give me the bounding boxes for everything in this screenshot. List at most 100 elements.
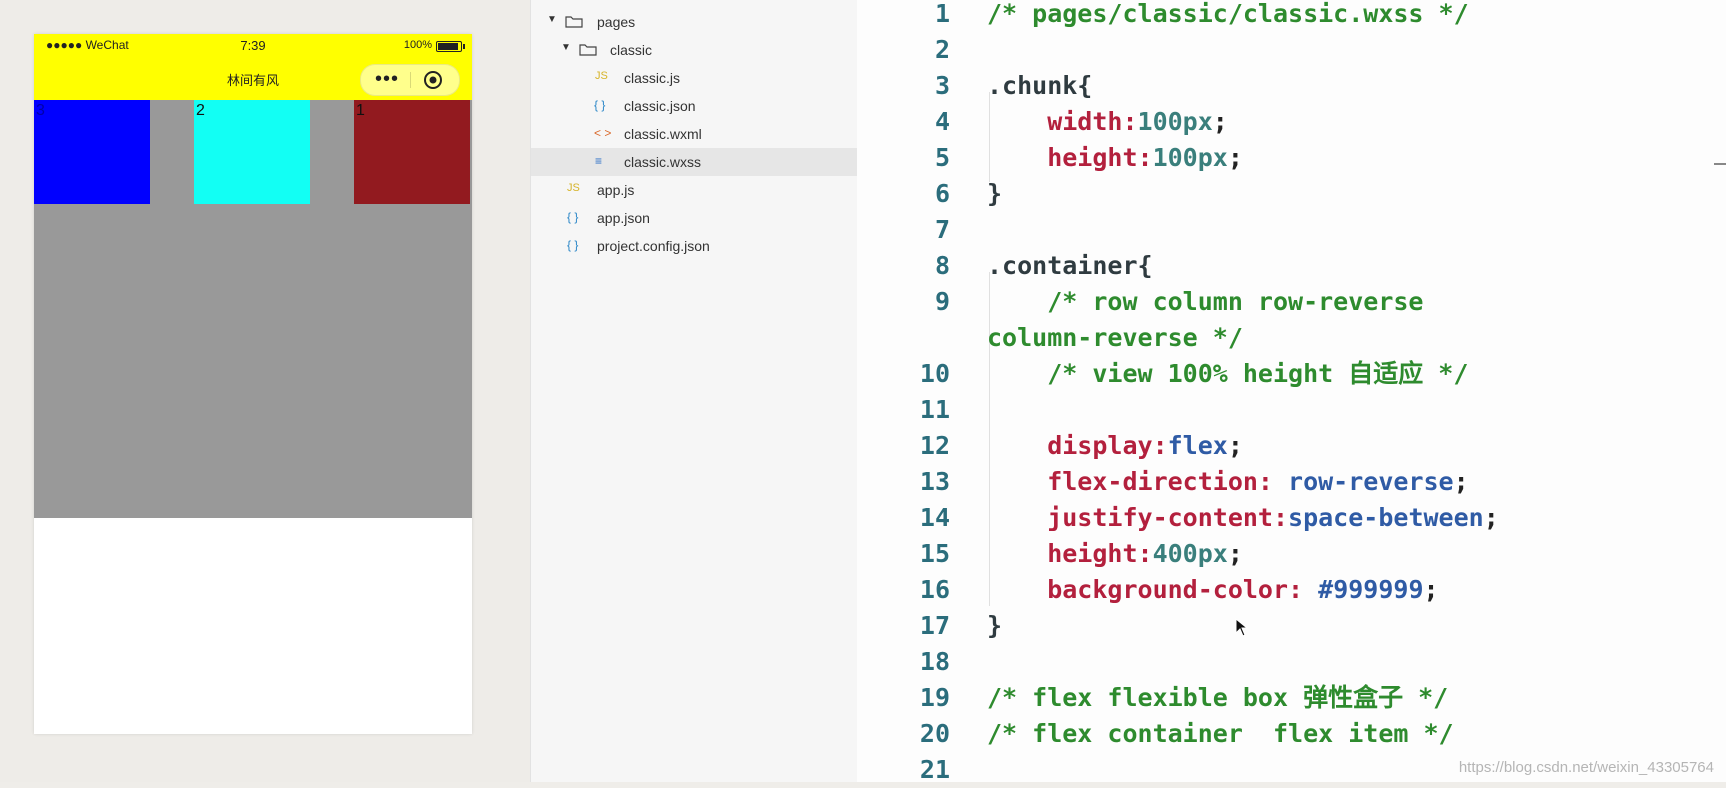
folder-icon	[565, 16, 583, 28]
tree-item-label: pages	[597, 14, 636, 30]
code-line[interactable]: 13 flex-direction: row-reverse;	[857, 464, 1726, 500]
code-line[interactable]: 5 height:100px;	[857, 140, 1726, 176]
code-token: 100px	[1152, 143, 1228, 172]
code-token: height:	[987, 143, 1153, 172]
code-line[interactable]: 8 .container{	[857, 248, 1726, 284]
code-token: ;	[1483, 503, 1499, 532]
json-file-icon: { }	[594, 98, 606, 112]
code-token: width:	[987, 107, 1138, 136]
json-file-icon: { }	[567, 238, 579, 252]
tree-item-classic-wxml[interactable]: < > classic.wxml	[531, 120, 857, 148]
code-token: ;	[1212, 107, 1228, 136]
mouse-cursor-icon	[1235, 618, 1249, 637]
code-line[interactable]: 1 /* pages/classic/classic.wxss */	[857, 0, 1726, 32]
wxss-file-icon: ≡	[595, 154, 603, 168]
code-line[interactable]: 20 /* flex container flex item */	[857, 716, 1726, 752]
code-token: ;	[1227, 143, 1243, 172]
chevron-down-icon[interactable]: ▼	[561, 42, 571, 53]
line-number: 14	[919, 503, 950, 532]
code-text: /* flex flexible box 弹性盒子 */	[987, 680, 1448, 716]
line-number: 2	[934, 35, 950, 64]
code-line[interactable]: 7	[857, 212, 1726, 248]
wxml-file-icon: < >	[594, 126, 612, 140]
code-line[interactable]: 6}	[857, 176, 1726, 212]
code-text: /* flex container flex item */	[987, 716, 1454, 752]
code-token: height:	[987, 539, 1153, 568]
code-line[interactable]: 14 justify-content:space-between;	[857, 500, 1726, 536]
chunk-label: 2	[196, 102, 205, 119]
tree-item-label: project.config.json	[597, 238, 710, 254]
code-line[interactable]: 19 /* flex flexible box 弹性盒子 */	[857, 680, 1726, 716]
code-line[interactable]: column-reverse */	[857, 320, 1726, 356]
code-text: background-color: #999999;	[987, 572, 1439, 608]
line-number: 9	[934, 287, 950, 316]
tree-item-label: classic.wxml	[624, 126, 702, 142]
code-token: background-color:	[987, 575, 1319, 604]
capsule-divider	[410, 72, 411, 88]
code-token: ;	[1227, 431, 1243, 460]
code-token: #999999	[1318, 575, 1424, 604]
code-line[interactable]: 10 /* view 100% height 自适应 */	[857, 356, 1726, 392]
chunk-label: 1	[356, 102, 365, 119]
tree-item-app-json[interactable]: { } app.json	[531, 204, 857, 232]
code-token: ;	[1423, 575, 1439, 604]
chunk-3: 3	[34, 100, 150, 204]
code-text: /* row column row-reverse	[987, 284, 1423, 320]
chunk-1: 1	[354, 100, 470, 204]
code-line[interactable]: 15 height:400px;	[857, 536, 1726, 572]
code-token: 100px	[1137, 107, 1213, 136]
code-text: height:400px;	[987, 536, 1243, 572]
watermark: https://blog.csdn.net/weixin_43305764	[1458, 759, 1714, 776]
menu-capsule: •••	[360, 64, 460, 96]
code-token: flex-direction:	[987, 467, 1289, 496]
navigation-bar: 林间有风 •••	[34, 58, 472, 100]
code-token: row-reverse	[1288, 467, 1454, 496]
code-line[interactable]: 12 display:flex;	[857, 428, 1726, 464]
line-number: 10	[919, 359, 950, 388]
chevron-down-icon[interactable]: ▼	[547, 14, 557, 25]
tree-item-label: classic.wxss	[624, 154, 702, 170]
code-text: width:100px;	[987, 104, 1228, 140]
js-file-icon: JS	[595, 70, 608, 82]
line-number: 4	[934, 107, 950, 136]
code-line[interactable]: 17}	[857, 608, 1726, 644]
code-text: flex-direction: row-reverse;	[987, 464, 1468, 500]
close-circle-icon[interactable]	[423, 70, 443, 90]
code-text: }	[987, 608, 1002, 644]
code-text: }	[987, 176, 1002, 212]
code-text: .container{	[987, 248, 1153, 284]
battery-icon	[436, 41, 465, 52]
line-number: 17	[919, 611, 950, 640]
code-line[interactable]: 3 .chunk{	[857, 68, 1726, 104]
tree-item-classic-wxss[interactable]: ≡ classic.wxss	[531, 148, 857, 176]
scrollbar-marker[interactable]	[1714, 163, 1726, 165]
code-line[interactable]: 2	[857, 32, 1726, 68]
tree-item-label: classic.js	[624, 70, 681, 86]
tree-item-classic-json[interactable]: { } classic.json	[531, 92, 857, 120]
code-text: justify-content:space-between;	[987, 500, 1499, 536]
tree-item-label: app.json	[597, 210, 650, 226]
code-token: flex	[1167, 431, 1228, 460]
code-editor[interactable]: 1 /* pages/classic/classic.wxss */ 2 3 .chun…	[857, 0, 1726, 784]
code-line[interactable]: 16 background-color: #999999;	[857, 572, 1726, 608]
line-number: 16	[919, 575, 950, 604]
more-icon[interactable]: •••	[375, 67, 399, 91]
line-number: 13	[919, 467, 950, 496]
code-token: column-reverse */	[987, 323, 1243, 352]
line-number: 6	[934, 179, 950, 208]
tree-item-project-config[interactable]: { } project.config.json	[531, 232, 857, 260]
tree-item-classic-folder[interactable]: ▼ classic	[531, 36, 857, 64]
tree-item-app-js[interactable]: JS app.js	[531, 176, 857, 204]
code-line[interactable]: 4 width:100px;	[857, 104, 1726, 140]
code-line[interactable]: 9 /* row column row-reverse	[857, 284, 1726, 320]
tree-item-label: classic.json	[624, 98, 696, 114]
line-number: 5	[934, 143, 950, 172]
tree-item-classic-js[interactable]: JS classic.js	[531, 64, 857, 92]
tree-item-pages[interactable]: ▼ pages	[531, 8, 857, 36]
line-number: 15	[919, 539, 950, 568]
code-line[interactable]: 11	[857, 392, 1726, 428]
code-token: /* flex flexible box 弹性盒子 */	[987, 683, 1449, 712]
line-number: 20	[919, 719, 950, 748]
code-text: .chunk{	[987, 68, 1092, 104]
code-line[interactable]: 18	[857, 644, 1726, 680]
